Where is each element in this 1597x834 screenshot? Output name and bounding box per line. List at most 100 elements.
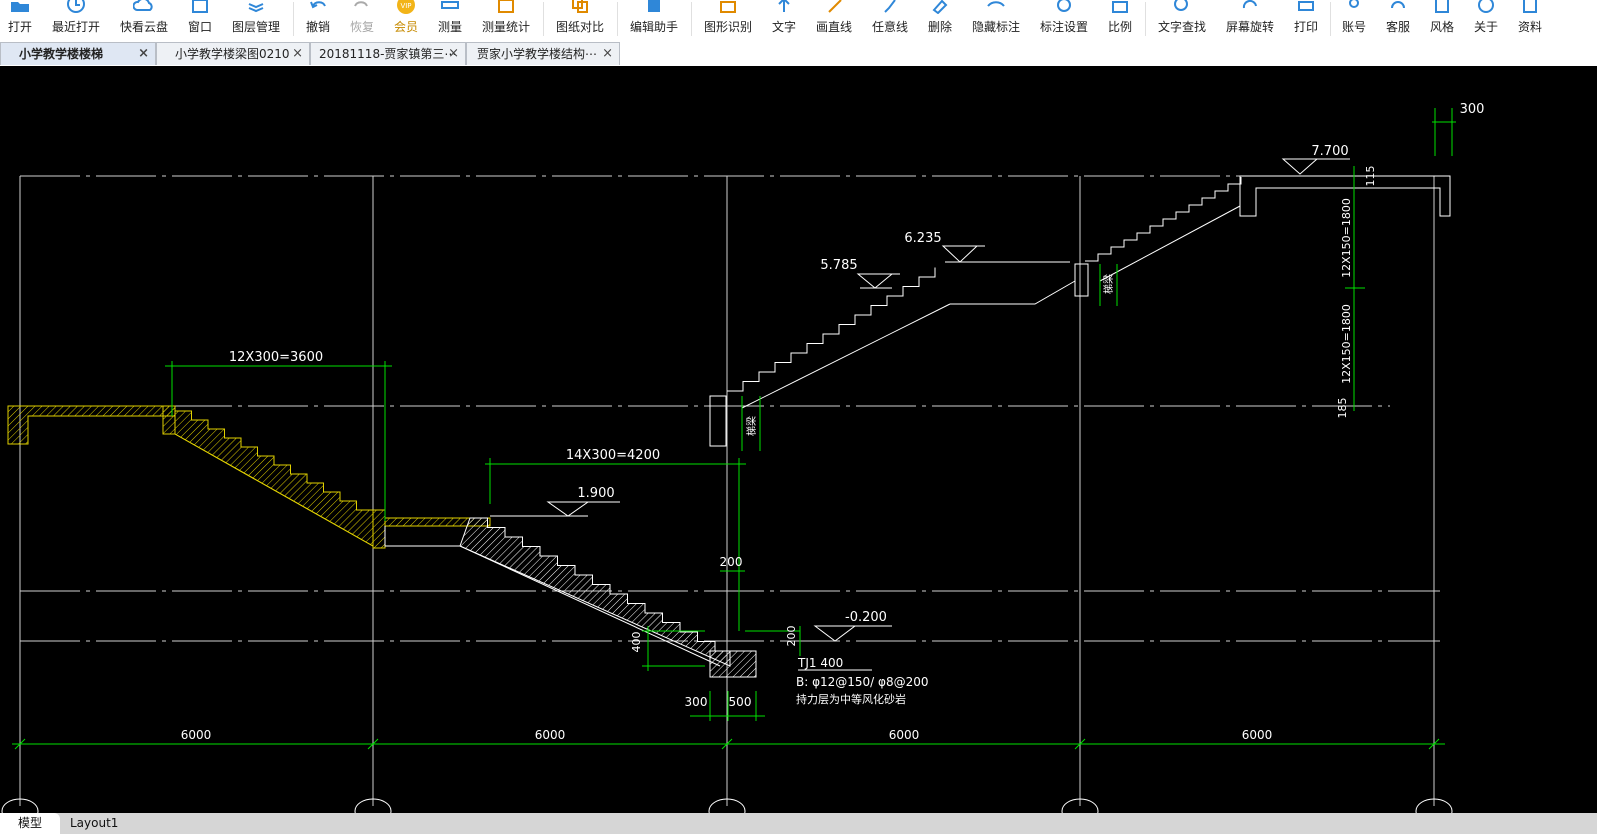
dim-200-b-text: 200 <box>785 626 798 647</box>
measure-button[interactable]: 测量 <box>434 0 466 40</box>
print-button[interactable]: 打印 <box>1290 0 1322 40</box>
measure-stats-button[interactable]: 测量统计 <box>478 0 534 40</box>
close-icon[interactable]: × <box>448 43 459 65</box>
stats-icon <box>498 0 514 13</box>
main-toolbar: 打开 最近打开 快看云盘 窗口 图层管理 撤销 恢复 VIP 会员 测量 测量统… <box>0 0 1597 41</box>
scale-icon <box>1112 1 1128 13</box>
layers-icon <box>248 3 264 13</box>
toolbar-divider <box>617 2 618 36</box>
recent-button[interactable]: 最近打开 <box>48 0 104 40</box>
dim-14x300-text: 14X300=4200 <box>566 448 660 463</box>
redo-button[interactable]: 恢复 <box>346 0 378 40</box>
vip-label: 会员 <box>393 20 418 34</box>
stair-flight-2 <box>459 517 731 667</box>
document-icon <box>1523 0 1537 13</box>
tab-layout1-label: Layout1 <box>70 816 119 830</box>
toolbar-divider <box>293 2 294 36</box>
dim-500-text: 500 <box>729 695 752 709</box>
gear-icon <box>1057 0 1071 12</box>
about-button[interactable]: 关于 <box>1470 0 1502 40</box>
dim-185-text: 185 <box>1336 398 1349 419</box>
scale-label: 比例 <box>1107 20 1132 34</box>
info-icon <box>1478 0 1494 13</box>
window-label: 窗口 <box>187 20 212 34</box>
toolbar-divider <box>691 2 692 36</box>
resources-button[interactable]: 资料 <box>1514 0 1546 40</box>
rotate-icon <box>1242 0 1257 9</box>
redo-icon <box>354 1 368 7</box>
compare-label: 图纸对比 <box>555 20 604 34</box>
layers-button[interactable]: 图层管理 <box>228 0 284 40</box>
edit-assistant-button[interactable]: 编辑助手 <box>626 0 682 40</box>
lower-landing-slab <box>7 405 176 445</box>
compare-icon <box>572 0 588 13</box>
brush-icon <box>884 0 896 13</box>
dim-400-text: 400 <box>630 632 643 653</box>
hide-dim-button[interactable]: 隐藏标注 <box>968 0 1024 40</box>
cloud-button[interactable]: 快看云盘 <box>116 0 172 40</box>
print-label: 打印 <box>1293 20 1318 34</box>
shape-recognize-button[interactable]: 图形识别 <box>700 0 756 40</box>
toolbar-divider <box>543 2 544 36</box>
tab-drawing-3[interactable]: 20181118-贾家镇第三⋯ × <box>310 42 466 65</box>
text-button[interactable]: 文字 <box>768 0 800 40</box>
scale-button[interactable]: 比例 <box>1104 0 1136 40</box>
tab-drawing-4[interactable]: 贾家小学教学楼结构⋯ × <box>466 42 620 65</box>
footing-label-text: TJ1 400 <box>797 656 843 670</box>
compare-button[interactable]: 图纸对比 <box>552 0 608 40</box>
rotate-label: 屏幕旋转 <box>1225 20 1274 34</box>
palette-icon <box>1435 0 1449 13</box>
layers-label: 图层管理 <box>231 20 280 34</box>
beam-label-text: 梯梁 <box>745 416 758 436</box>
shape-recognize-label: 图形识别 <box>703 20 752 34</box>
tab-drawing-2[interactable]: 小学教学楼梁图0210 × <box>156 42 310 65</box>
close-icon[interactable]: × <box>292 43 303 65</box>
open-button[interactable]: 打开 <box>4 0 36 40</box>
window-button[interactable]: 窗口 <box>184 0 216 40</box>
text-icon <box>778 0 790 12</box>
freeline-button[interactable]: 任意线 <box>868 0 912 40</box>
dim-12x150-b-text: 12X150=1800 <box>1340 304 1353 384</box>
line-button[interactable]: 画直线 <box>812 0 856 40</box>
close-icon[interactable]: × <box>138 43 149 65</box>
cad-file-icon <box>648 0 660 12</box>
measure-label: 测量 <box>437 20 462 34</box>
recent-label: 最近打开 <box>51 20 100 34</box>
dim-settings-button[interactable]: 标注设置 <box>1036 0 1092 40</box>
tab-layout1[interactable]: Layout1 <box>70 813 130 834</box>
account-button[interactable]: 账号 <box>1338 0 1370 40</box>
tab-label: 贾家小学教学楼结构⋯ <box>477 47 598 61</box>
delete-button[interactable]: 删除 <box>924 0 956 40</box>
cloud-icon <box>133 0 153 11</box>
stair-footing <box>709 650 757 678</box>
user-icon <box>1349 0 1359 8</box>
document-tab-bar: 小学教学楼楼梯 × 小学教学楼梁图0210 × 20181118-贾家镇第三⋯ … <box>0 40 1597 66</box>
shape-icon <box>720 1 736 13</box>
tab-label: 小学教学楼梁图0210 <box>175 47 290 61</box>
tab-model-label: 模型 <box>18 816 43 830</box>
svg-text:VIP: VIP <box>400 2 411 10</box>
style-button[interactable]: 风格 <box>1426 0 1458 40</box>
dim-115-text: 115 <box>1364 166 1377 187</box>
resources-label: 资料 <box>1517 20 1542 34</box>
line-label: 画直线 <box>815 20 852 34</box>
dim-200-a-text: 200 <box>720 555 743 569</box>
dim-12x300-text: 12X300=3600 <box>229 350 323 365</box>
vip-badge-icon: VIP <box>397 0 415 14</box>
undo-icon <box>310 1 326 9</box>
undo-button[interactable]: 撤销 <box>302 0 334 40</box>
tab-drawing-1[interactable]: 小学教学楼楼梯 × <box>0 42 156 65</box>
dim-12x150-a-text: 12X150=1800 <box>1340 198 1353 278</box>
cad-drawing-canvas[interactable]: 6000 6000 6000 6000 12X300=3600 14X300=4… <box>0 66 1597 813</box>
level-minus0200-text: -0.200 <box>845 610 887 625</box>
cloud-label: 快看云盘 <box>119 20 168 34</box>
dim-settings-label: 标注设置 <box>1039 20 1088 34</box>
close-icon[interactable]: × <box>602 43 613 65</box>
span-2-text: 6000 <box>535 728 566 742</box>
text-search-button[interactable]: 文字查找 <box>1154 0 1210 40</box>
service-button[interactable]: 客服 <box>1382 0 1414 40</box>
rotate-button[interactable]: 屏幕旋转 <box>1222 0 1278 40</box>
vip-button[interactable]: VIP 会员 <box>390 0 422 40</box>
search-icon <box>1174 0 1188 11</box>
tab-model[interactable]: 模型 <box>0 813 60 834</box>
